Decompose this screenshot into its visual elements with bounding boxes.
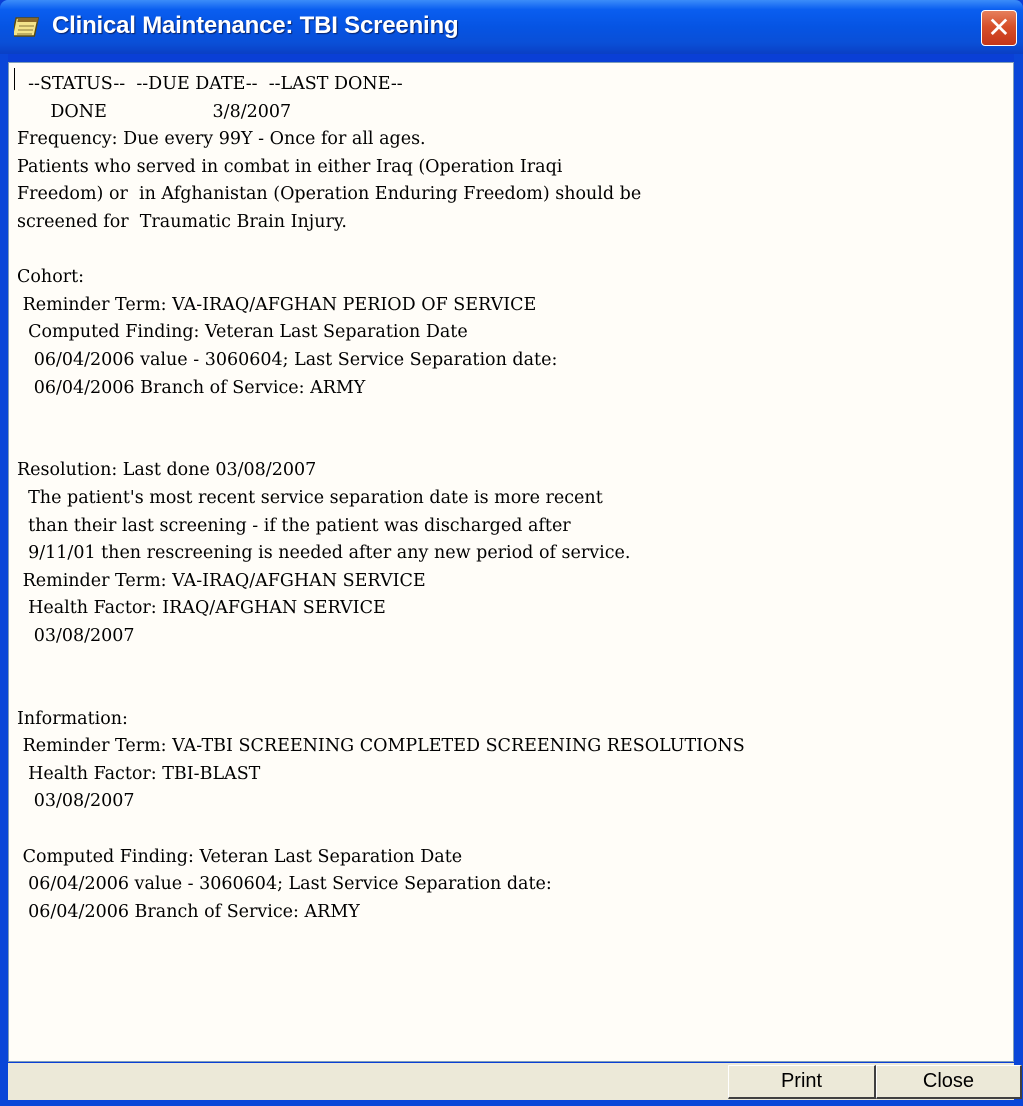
window-title: Clinical Maintenance: TBI Screening [52,12,459,39]
report-line: 06/04/2006 value - 3060604; Last Service… [17,349,558,370]
report-line: 06/04/2006 Branch of Service: ARMY [17,377,366,398]
close-x-icon: ✕ [987,11,1011,44]
report-line: Patients who served in combat in either … [17,156,563,177]
report-line: --STATUS-- --DUE DATE-- --LAST DONE-- [17,74,403,94]
window-border-bottom [0,1100,1023,1106]
report-line: than their last screening - if the patie… [17,515,571,536]
report-text-area[interactable]: --STATUS-- --DUE DATE-- --LAST DONE-- DO… [8,62,1014,1062]
report-line: Reminder Term: VA-TBI SCREENING COMPLETE… [17,736,745,757]
close-window-button[interactable]: ✕ [981,10,1017,46]
report-line: 03/08/2007 [17,625,135,646]
clinical-maintenance-window: Clinical Maintenance: TBI Screening ✕ --… [0,0,1023,1106]
report-line: Health Factor: IRAQ/AFGHAN SERVICE [17,598,386,619]
notepad-icon [14,17,40,37]
report-line: Computed Finding: Veteran Last Separatio… [17,322,468,343]
report-line: 06/04/2006 Branch of Service: ARMY [17,901,360,922]
report-line: Computed Finding: Veteran Last Separatio… [17,846,463,867]
window-border-right [1014,54,1023,1106]
report-line: The patient's most recent service separa… [17,487,603,508]
print-button[interactable]: Print [728,1065,876,1099]
report-line: 06/04/2006 value - 3060604; Last Service… [17,874,552,895]
report-line: Frequency: Due every 99Y - Once for all … [17,129,426,150]
report-line: Health Factor: TBI-BLAST [17,763,261,784]
report-line: Reminder Term: VA-IRAQ/AFGHAN PERIOD OF … [17,294,537,315]
report-text: --STATUS-- --DUE DATE-- --LAST DONE-- DO… [17,71,745,926]
report-line: Reminder Term: VA-IRAQ/AFGHAN SERVICE [17,570,426,591]
window-border-left [0,54,8,1106]
close-button[interactable]: Close [876,1065,1022,1099]
report-line: 03/08/2007 [17,791,135,812]
report-line: Cohort: [17,267,85,288]
report-line: screened for Traumatic Brain Injury. [17,211,347,232]
report-line: Resolution: Last done 03/08/2007 [17,460,317,481]
report-line: Freedom) or in Afghanistan (Operation En… [17,184,642,205]
text-caret [14,68,15,90]
report-line: Information: [17,708,128,729]
report-line: 9/11/01 then rescreening is needed after… [17,543,631,564]
report-line: DONE 3/8/2007 [17,101,292,122]
title-bar[interactable]: Clinical Maintenance: TBI Screening ✕ [0,0,1023,54]
